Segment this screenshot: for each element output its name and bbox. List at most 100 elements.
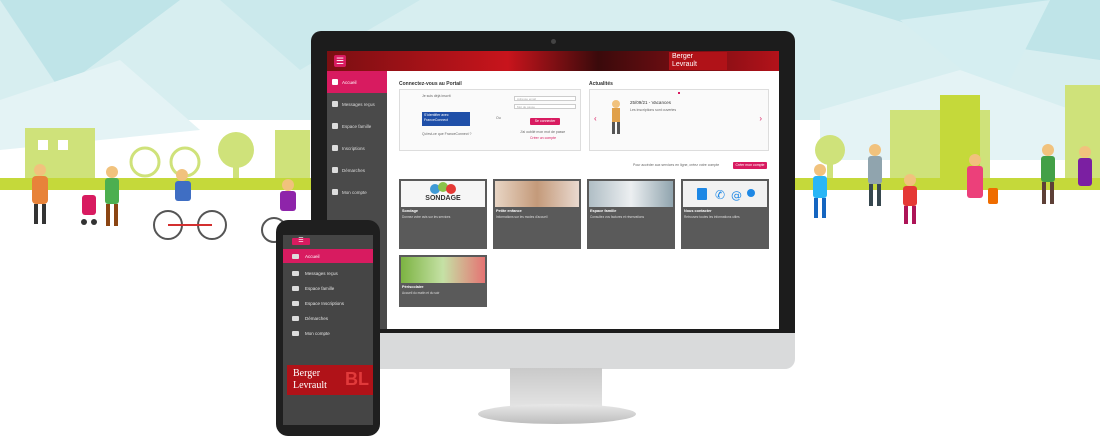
franceconnect-link[interactable]: Qu'est-ce que FranceConnect ? [422,132,472,137]
sidebar-item-registrations[interactable]: Inscriptions [327,137,387,159]
logo-line-1: Berger [293,368,321,379]
tile-title: Petite enfance [496,209,522,213]
home-icon [332,79,338,85]
login-panel: Je suis déjà inscrit S'identifier avec F… [399,89,581,151]
login-button[interactable]: Se connecter [530,118,560,125]
mobile-item-registrations[interactable]: Espace Inscriptions [283,296,373,310]
tile-desc: Retrouvez toutes les informations utiles [684,215,740,219]
steps-icon [292,315,299,321]
brand-mark: BL [345,369,369,389]
mobile-item-home[interactable]: Accueil [283,249,373,263]
family-space-image [589,181,673,207]
tile-after-school[interactable]: Périscolaire Accueil du matin et du soir [399,255,487,307]
portal-screen: ☰ Berger Levrault Accueil Messages reçus… [327,51,779,329]
contact-icons: ✆ @ [697,188,755,202]
monitor-chin [311,333,795,369]
mobile-brand-logo: BL Berger Levrault [287,365,373,395]
news-illustration [612,100,620,134]
signup-button[interactable]: Créer mon compte [733,162,767,169]
create-account-link[interactable]: Créer un compte [530,136,556,141]
main-content: Connectez-vous au Portail Je suis déjà i… [393,77,773,327]
monitor-base [478,404,636,424]
carousel-dot[interactable] [678,92,680,94]
logo-line-2: Levrault [293,380,327,391]
register-icon [292,300,299,306]
people-illustration-left [32,164,296,243]
survey-icon [430,182,456,194]
mobile-item-label: Espace famille [305,285,335,291]
mobile-item-family[interactable]: Espace famille [283,281,373,295]
tile-title: Périscolaire [402,285,424,289]
sidebar-item-label: Inscriptions [342,145,365,151]
password-field[interactable]: Mot de passe [514,104,576,109]
contact-image: ✆ @ [683,181,767,207]
tile-desc: Informations sur les modes d'accueil [496,215,548,219]
tile-title: Espace famille [590,209,617,213]
after-school-image [401,257,485,283]
signup-text: Pour accéder aux services en ligne, crée… [633,163,720,167]
mobile-item-label: Accueil [305,253,320,259]
or-separator: Ou [496,116,501,120]
family-icon [332,123,338,129]
tile-early-childhood[interactable]: Petite enfance Informations sur les mode… [493,179,581,249]
tile-desc: Consultez vos factures et réservations [590,215,645,219]
sidebar-item-label: Messages reçus [342,101,375,107]
sidebar-item-messages[interactable]: Messages reçus [327,93,387,115]
tile-title: Nous contacter [684,209,712,213]
mobile-screen: ☰ Accueil Messages reçus Espace famille … [283,235,373,425]
news-text: Les inscriptions sont ouvertes [630,108,677,112]
header-banner: ☰ Berger Levrault [327,51,779,71]
mobile-menu-button[interactable]: ☰ [292,238,310,245]
sidebar-item-label: Démarches [342,167,366,173]
account-icon [292,330,299,336]
brand-logo: Berger Levrault [669,52,727,70]
mobile-item-label: Démarches [305,315,329,321]
people-illustration-right [813,144,1092,224]
account-icon [332,189,338,195]
tile-family-space[interactable]: Espace famille Consultez vos factures et… [587,179,675,249]
steps-icon [332,167,338,173]
tile-desc: Accueil du matin et du soir [402,291,440,295]
mobile-item-messages[interactable]: Messages reçus [283,266,373,280]
sidebar-item-procedures[interactable]: Démarches [327,159,387,181]
forgot-password-link[interactable]: J'ai oublié mon mot de passe [520,130,565,135]
tile-survey[interactable]: SONDAGE Sondage Donnez votre avis sur le… [399,179,487,249]
tile-contact[interactable]: ✆ @ Nous contacter Retrouvez toutes les i… [681,179,769,249]
login-title: Connectez-vous au Portail [399,81,462,87]
brand-line-2: Levrault [672,61,697,68]
franceconnect-button[interactable]: S'identifier avec FranceConnect [422,112,470,126]
messages-icon [292,270,299,276]
email-field[interactable]: Adresse email [514,96,576,101]
sidebar-item-account[interactable]: Mon compte [327,181,387,203]
news-date: 25/09/21 - Vacances [630,100,671,105]
mobile-item-label: Mon compte [305,330,330,336]
register-icon [332,145,338,151]
sidebar-item-home[interactable]: Accueil [327,71,387,93]
news-prev-arrow[interactable]: ‹ [594,114,597,123]
page: ☰ Berger Levrault Accueil Messages reçus… [0,0,1100,436]
webcam [551,39,556,44]
mobile-item-label: Messages reçus [305,270,338,276]
franceconnect-label: S'identifier avec FranceConnect [424,113,449,122]
tile-desc: Donnez votre avis sur les services [402,215,451,219]
early-childhood-image [495,181,579,207]
brand-line-1: Berger [672,53,694,60]
mobile-item-account[interactable]: Mon compte [283,326,373,340]
tile-title: Sondage [402,209,419,213]
user-icon [332,101,338,107]
mobile-item-procedures[interactable]: Démarches [283,311,373,325]
monitor-stand [510,368,602,408]
home-icon [292,253,299,259]
sidebar-item-label: Espace famille [342,123,372,129]
sidebar-item-label: Accueil [342,79,357,85]
sidebar-item-family[interactable]: Espace famille [327,115,387,137]
news-title: Actualités [589,81,613,87]
svg-text:@: @ [731,189,742,202]
mobile-item-label: Espace Inscriptions [305,300,345,306]
svg-text:✆: ✆ [715,188,725,202]
sidebar-item-label: Mon compte [342,189,367,195]
survey-image: SONDAGE [401,181,485,207]
news-next-arrow[interactable]: › [759,114,762,123]
login-intro: Je suis déjà inscrit [422,94,451,98]
menu-button[interactable]: ☰ [334,55,346,67]
